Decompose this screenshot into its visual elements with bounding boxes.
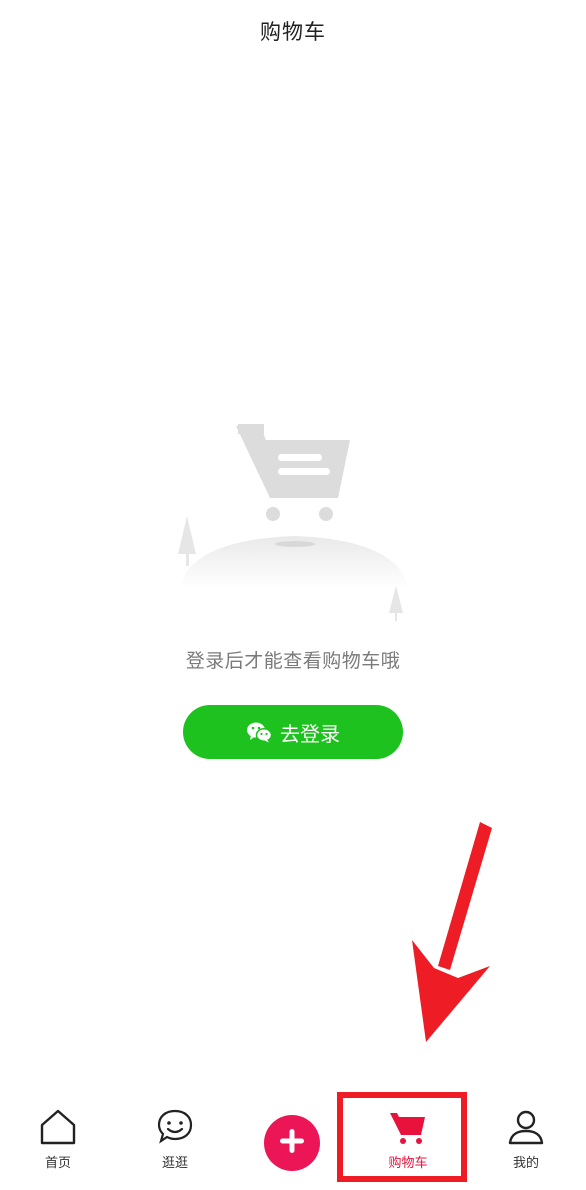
tab-home-label: 首页 (44, 1156, 71, 1171)
tab-me[interactable]: 我的 (486, 1106, 566, 1171)
publish-button[interactable] (264, 1115, 320, 1171)
tab-me-label: 我的 (512, 1156, 539, 1171)
top-bar: 购物车 (0, 0, 586, 62)
login-button-label: 去登录 (280, 721, 340, 746)
empty-cart-message: 登录后才能查看购物车哦 (185, 650, 401, 672)
plus-icon (277, 1126, 307, 1160)
page-title: 购物车 (260, 20, 326, 44)
login-button[interactable]: 去登录 (183, 705, 403, 759)
tab-browse[interactable]: 逛逛 (135, 1106, 215, 1171)
home-icon (37, 1106, 79, 1148)
cart-icon (387, 1106, 429, 1148)
empty-cart-illustration (170, 418, 416, 628)
tab-home[interactable]: 首页 (18, 1106, 98, 1171)
smile-chat-icon (154, 1106, 196, 1148)
tab-browse-label: 逛逛 (161, 1156, 188, 1171)
tab-cart-label: 购物车 (388, 1156, 428, 1171)
wechat-icon (246, 721, 272, 743)
annotation-arrow-icon (400, 820, 500, 1045)
tab-cart[interactable]: 购物车 (368, 1106, 448, 1171)
user-icon (505, 1106, 547, 1148)
